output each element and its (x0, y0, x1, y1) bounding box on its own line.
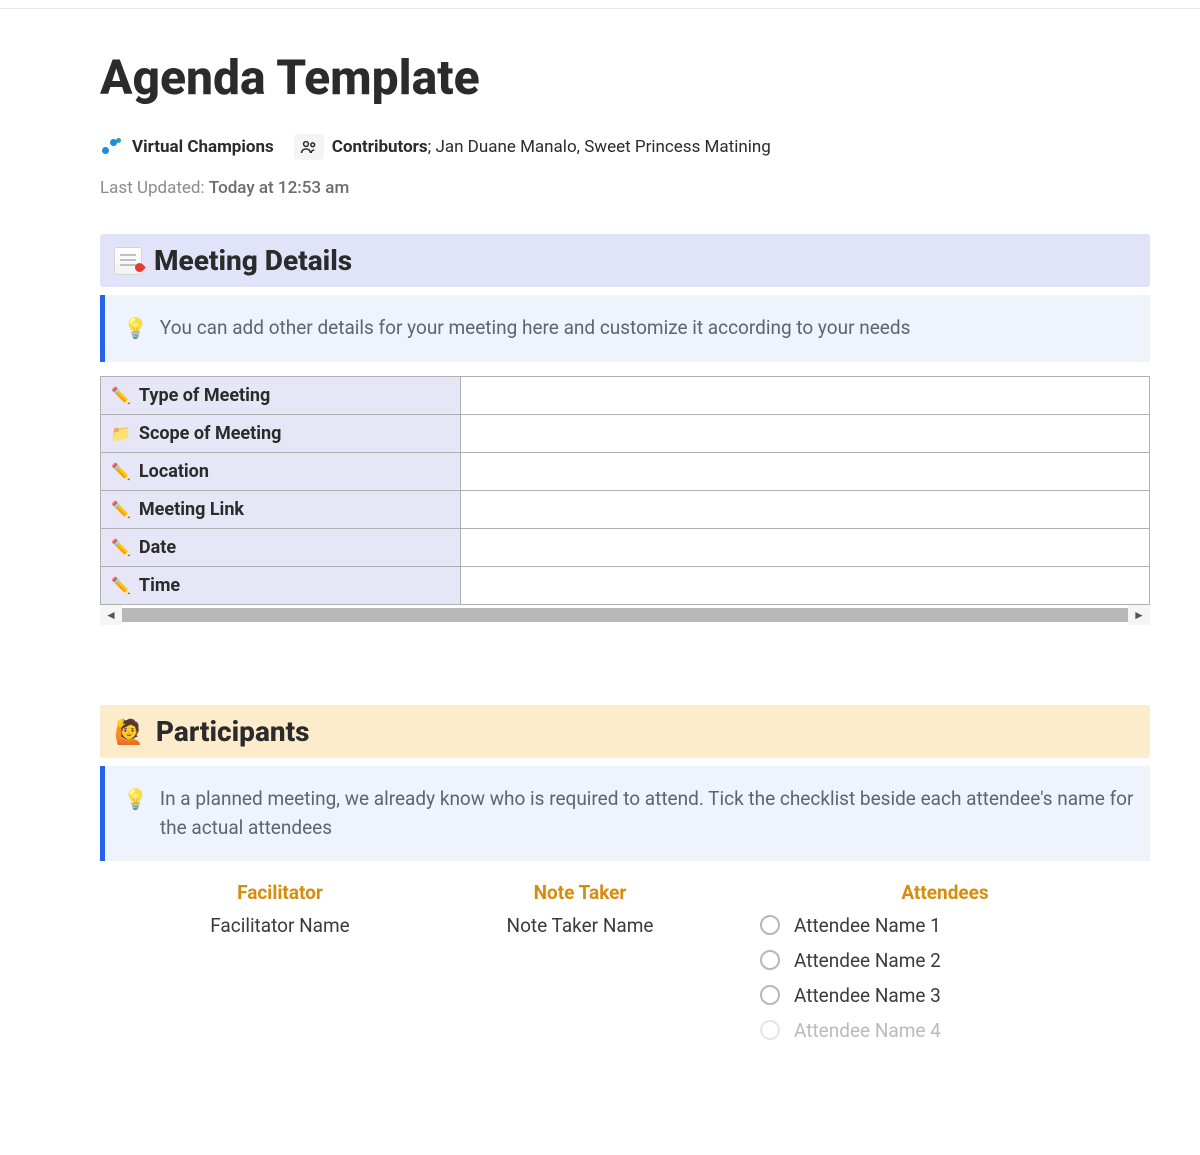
detail-value-cell[interactable] (461, 567, 1150, 605)
attendee-checkbox[interactable] (760, 950, 780, 970)
lightbulb-icon: 💡 (123, 313, 148, 344)
last-updated: Last Updated: Today at 12:53 am (100, 178, 1150, 198)
detail-label-cell: ✏️ Type of Meeting (101, 377, 461, 415)
table-row: ✏️ Date (101, 529, 1150, 567)
meeting-details-header: Meeting Details (100, 234, 1150, 287)
detail-label: Time (139, 575, 180, 596)
attendee-list: Attendee Name 1 Attendee Name 2 Attendee N… (760, 914, 1130, 1042)
organization-icon (100, 135, 124, 159)
detail-label: Date (139, 537, 176, 558)
facilitator-column: Facilitator Facilitator Name (160, 881, 400, 1054)
table-row: ✏️ Time (101, 567, 1150, 605)
attendee-checkbox[interactable] (760, 1020, 780, 1040)
participants-header: 🙋 Participants (100, 705, 1150, 758)
attendee-item: Attendee Name 1 (760, 914, 1130, 937)
contributors-names: Jan Duane Manalo, Sweet Princess Matinin… (435, 137, 770, 157)
meta-row: Virtual Champions Contributors; Jan Duan… (100, 134, 1150, 160)
lightbulb-icon: 💡 (123, 784, 148, 815)
page-title: Agenda Template (100, 49, 1150, 106)
note-taker-label: Note Taker (440, 881, 720, 904)
pencil-icon: ✏️ (111, 386, 131, 405)
folder-icon: 📁 (111, 424, 131, 443)
pencil-icon: ✏️ (111, 538, 131, 557)
attendee-name[interactable]: Attendee Name 4 (794, 1019, 941, 1042)
detail-label: Scope of Meeting (139, 423, 281, 444)
scroll-right-arrow[interactable]: ► (1128, 605, 1150, 625)
detail-label-cell: 📁 Scope of Meeting (101, 415, 461, 453)
table-row: 📁 Scope of Meeting (101, 415, 1150, 453)
attendee-item: Attendee Name 2 (760, 949, 1130, 972)
table-row: ✏️ Meeting Link (101, 491, 1150, 529)
table-row: ✏️ Type of Meeting (101, 377, 1150, 415)
pencil-icon: ✏️ (111, 462, 131, 481)
attendees-label: Attendees (760, 881, 1130, 904)
facilitator-name[interactable]: Facilitator Name (160, 914, 400, 937)
attendee-checkbox[interactable] (760, 915, 780, 935)
pencil-icon: ✏️ (111, 500, 131, 519)
attendee-name[interactable]: Attendee Name 2 (794, 949, 941, 972)
meeting-details-section: Meeting Details 💡 You can add other deta… (100, 234, 1150, 625)
organization-tag[interactable]: Virtual Champions (100, 135, 274, 159)
contributors-label: Contributors (332, 137, 428, 157)
meeting-details-title: Meeting Details (154, 244, 352, 277)
scroll-track[interactable] (122, 608, 1128, 622)
attendee-item: Attendee Name 4 (760, 1019, 1130, 1042)
last-updated-value: Today at 12:53 am (209, 178, 349, 198)
detail-label: Meeting Link (139, 499, 244, 520)
last-updated-label: Last Updated: (100, 178, 205, 198)
detail-label: Location (139, 461, 209, 482)
participants-title: Participants (156, 715, 310, 748)
participants-section: 🙋 Participants 💡 In a planned meeting, w… (100, 705, 1150, 1054)
attendee-name[interactable]: Attendee Name 1 (794, 914, 941, 937)
organization-name: Virtual Champions (132, 137, 274, 157)
participants-callout: 💡 In a planned meeting, we already know … (100, 766, 1150, 861)
detail-value-cell[interactable] (461, 491, 1150, 529)
detail-label-cell: ✏️ Meeting Link (101, 491, 461, 529)
meeting-details-table: ✏️ Type of Meeting 📁 Scope of Meeting ✏️ Loca… (100, 376, 1150, 605)
pencil-icon: ✏️ (111, 576, 131, 595)
scroll-left-arrow[interactable]: ◄ (100, 605, 122, 625)
detail-label: Type of Meeting (139, 385, 270, 406)
attendee-checkbox[interactable] (760, 985, 780, 1005)
facilitator-label: Facilitator (160, 881, 400, 904)
detail-label-cell: ✏️ Date (101, 529, 461, 567)
note-taker-column: Note Taker Note Taker Name (440, 881, 720, 1054)
horizontal-scrollbar[interactable]: ◄ ► (100, 605, 1150, 625)
raising-hand-icon: 🙋 (114, 718, 144, 746)
notepad-icon (114, 247, 142, 275)
detail-value-cell[interactable] (461, 453, 1150, 491)
detail-label-cell: ✏️ Location (101, 453, 461, 491)
detail-value-cell[interactable] (461, 529, 1150, 567)
table-row: ✏️ Location (101, 453, 1150, 491)
detail-label-cell: ✏️ Time (101, 567, 461, 605)
attendee-item: Attendee Name 3 (760, 984, 1130, 1007)
attendee-name[interactable]: Attendee Name 3 (794, 984, 941, 1007)
note-taker-name[interactable]: Note Taker Name (440, 914, 720, 937)
meeting-details-callout-text: You can add other details for your meeti… (160, 313, 911, 342)
participants-callout-text: In a planned meeting, we already know wh… (160, 784, 1134, 843)
contributors-tag[interactable]: Contributors; Jan Duane Manalo, Sweet Pr… (294, 134, 771, 160)
detail-value-cell[interactable] (461, 415, 1150, 453)
contributors-icon (294, 134, 324, 160)
participants-grid: Facilitator Facilitator Name Note Taker … (100, 881, 1150, 1054)
detail-value-cell[interactable] (461, 377, 1150, 415)
meeting-details-callout: 💡 You can add other details for your mee… (100, 295, 1150, 362)
attendees-column: Attendees Attendee Name 1 Attendee Name 2… (760, 881, 1130, 1054)
page-container: Agenda Template Virtual Champions Contri… (0, 8, 1200, 1054)
